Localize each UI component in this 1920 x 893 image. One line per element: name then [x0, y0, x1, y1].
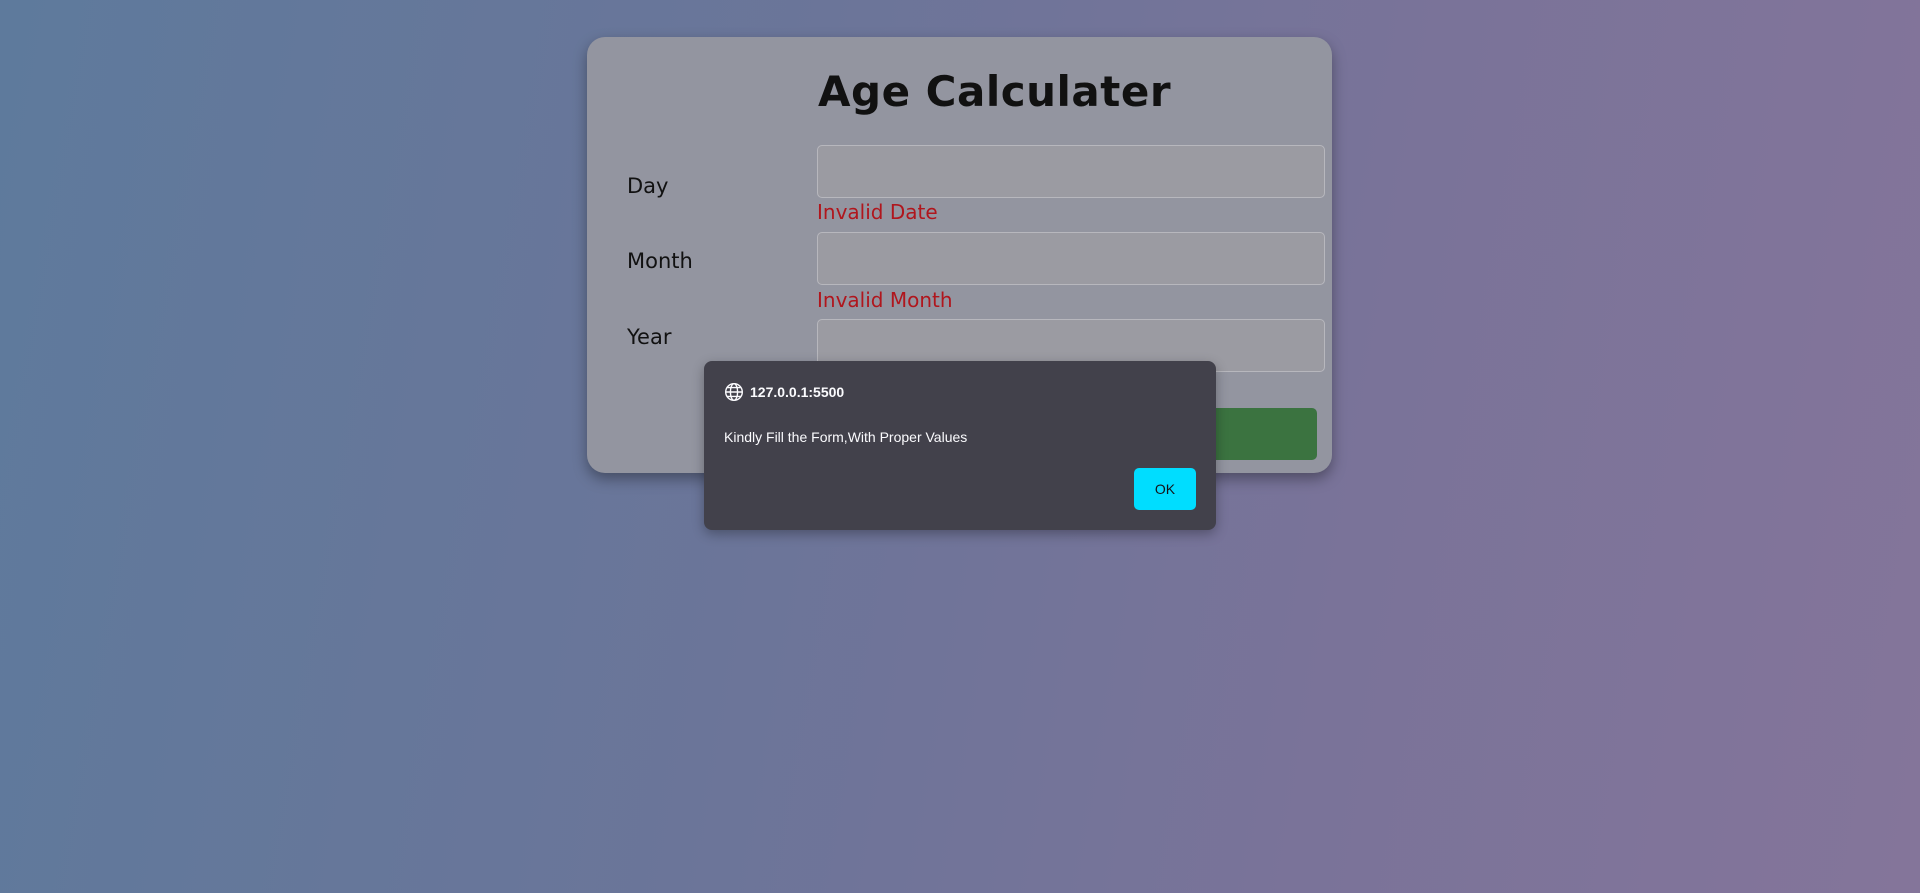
dialog-origin-text: 127.0.0.1:5500 [750, 384, 845, 400]
globe-icon [724, 382, 744, 402]
day-error-message: Invalid Date [817, 200, 938, 224]
year-label: Year [627, 325, 672, 349]
month-input[interactable] [817, 232, 1325, 285]
month-error-message: Invalid Month [817, 288, 953, 312]
dialog-origin: 127.0.0.1:5500 [724, 382, 844, 402]
dialog-message: Kindly Fill the Form,With Proper Values [724, 429, 968, 445]
ok-button[interactable]: OK [1134, 468, 1196, 510]
day-label: Day [627, 174, 669, 198]
day-input[interactable] [817, 145, 1325, 198]
page-title: Age Calculater [818, 67, 1172, 116]
month-label: Month [627, 249, 693, 273]
alert-dialog: 127.0.0.1:5500 Kindly Fill the Form,With… [704, 361, 1216, 530]
